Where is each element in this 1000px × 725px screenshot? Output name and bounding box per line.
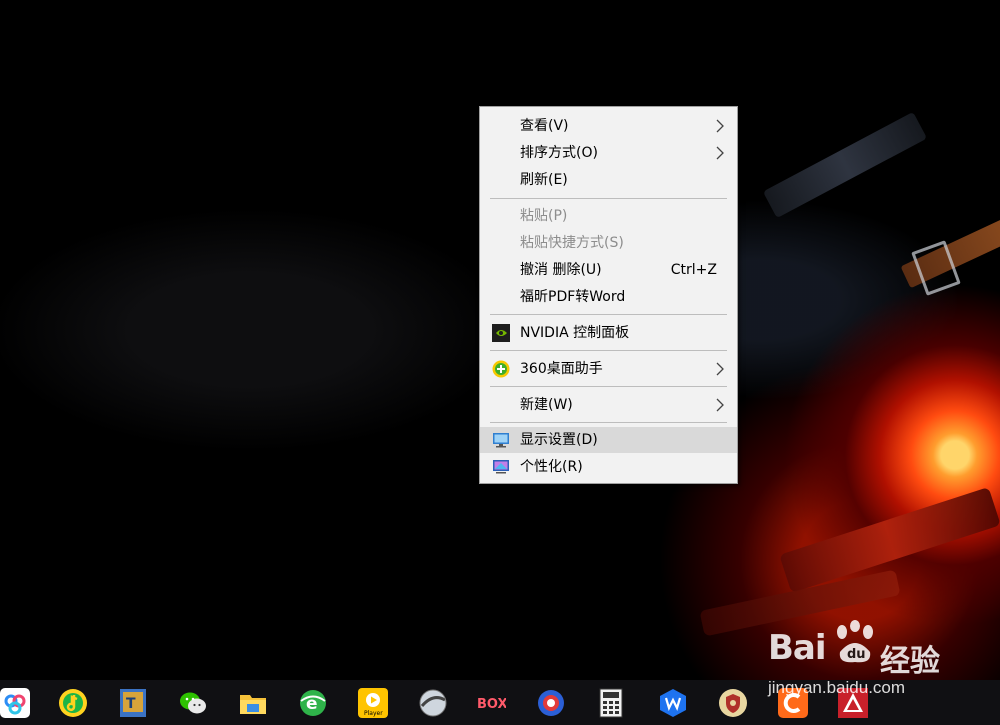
baidu-jingyan-watermark: Bai du 经验 jingyan.baidu.com (768, 618, 1000, 708)
chevron-right-icon (716, 119, 724, 133)
menu-item-label: 360桌面助手 (520, 361, 603, 377)
menu-item-refresh[interactable]: 刷新(E) (480, 167, 737, 193)
desktop-context-menu: 查看(V) 排序方式(O) 刷新(E) 粘贴(P) 粘贴快捷方式(S) 撤消 删… (479, 106, 738, 484)
menu-item-label: NVIDIA 控制面板 (520, 325, 630, 341)
menu-item-label: 粘贴(P) (520, 208, 568, 224)
menu-item-paste-shortcut: 粘贴快捷方式(S) (480, 230, 737, 256)
nvidia-icon (492, 324, 510, 342)
baidu-paw-logo: du (837, 620, 873, 663)
personalize-icon (493, 460, 509, 474)
baidu-netdisk-icon[interactable] (0, 688, 30, 718)
chevron-right-icon (716, 398, 724, 412)
calculator-icon[interactable] (596, 688, 626, 718)
watermark-brand-cn: 经验 (880, 644, 940, 679)
menu-item-label: 排序方式(O) (520, 145, 598, 161)
chevron-right-icon (716, 362, 724, 376)
menu-item-new[interactable]: 新建(W) (480, 392, 737, 418)
menu-separator (490, 350, 727, 351)
player-icon[interactable]: Player (358, 688, 388, 718)
menu-item-label: 新建(W) (520, 397, 573, 413)
watermark-brand: Bai (768, 628, 827, 668)
menu-item-shortcut: Ctrl+Z (670, 262, 717, 278)
menu-item-label: 个性化(R) (520, 459, 583, 475)
svg-text:du: du (847, 647, 866, 662)
file-explorer-icon[interactable] (238, 688, 268, 718)
box-icon[interactable]: BOX (476, 688, 506, 718)
menu-item-label: 粘贴快捷方式(S) (520, 235, 624, 251)
shield-icon[interactable] (718, 688, 748, 718)
watermark-url: jingyan.baidu.com (768, 678, 906, 697)
menu-item-paste: 粘贴(P) (480, 203, 737, 229)
svg-text:Player: Player (364, 710, 383, 717)
menu-item-foxit-pdf-to-word[interactable]: 福昕PDF转Word (480, 284, 737, 310)
menu-separator (490, 386, 727, 387)
svg-text:T: T (126, 696, 136, 712)
browser-icon[interactable]: e (298, 688, 328, 718)
menu-item-label: 查看(V) (520, 118, 569, 134)
wechat-icon[interactable] (178, 688, 208, 718)
wps-icon[interactable] (658, 688, 688, 718)
app-icon[interactable]: T (118, 688, 148, 718)
menu-item-undo-delete[interactable]: 撤消 删除(U) Ctrl+Z (480, 257, 737, 283)
chevron-right-icon (716, 146, 724, 160)
360-assistant-icon (492, 360, 510, 378)
menu-item-label: 福昕PDF转Word (520, 289, 626, 305)
menu-item-360-desktop-assistant[interactable]: 360桌面助手 (480, 356, 737, 382)
menu-item-label: 显示设置(D) (520, 432, 598, 448)
menu-item-label: 撤消 删除(U) (520, 262, 602, 278)
menu-item-label: 刷新(E) (520, 172, 568, 188)
menu-item-personalize[interactable]: 个性化(R) (480, 454, 737, 480)
menu-item-display-settings[interactable]: 显示设置(D) (480, 427, 737, 453)
menu-item-nvidia-control-panel[interactable]: NVIDIA 控制面板 (480, 320, 737, 346)
menu-item-view[interactable]: 查看(V) (480, 113, 737, 139)
menu-separator (490, 198, 727, 199)
wallpaper-armor-piece (762, 111, 928, 219)
menu-separator (490, 314, 727, 315)
qq-music-icon[interactable] (58, 688, 88, 718)
orb-icon[interactable] (536, 688, 566, 718)
tyo-icon[interactable] (418, 688, 448, 718)
menu-separator (490, 422, 727, 423)
svg-text:BOX: BOX (477, 697, 506, 712)
display-settings-icon (493, 433, 509, 448)
menu-item-sort-by[interactable]: 排序方式(O) (480, 140, 737, 166)
